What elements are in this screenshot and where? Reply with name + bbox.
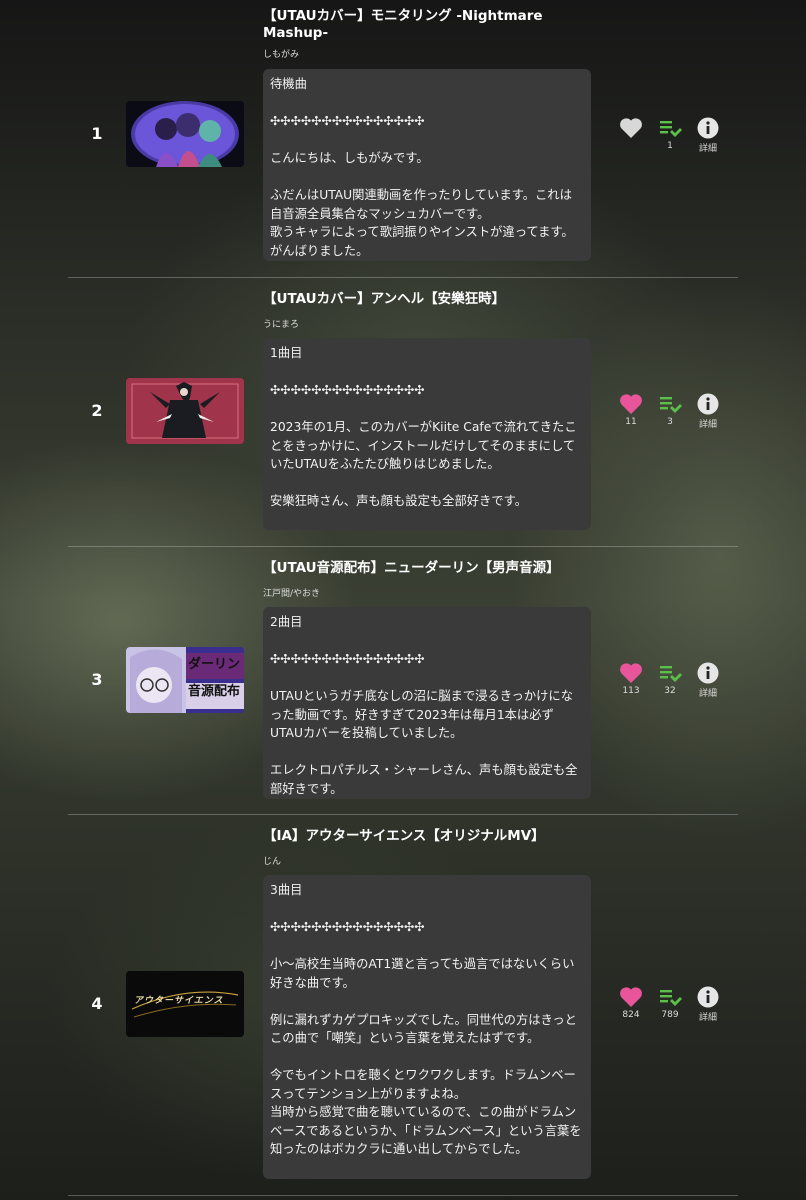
like-button[interactable]: 11 [616,393,646,427]
info-icon [697,117,719,139]
playlist-count: 789 [661,1010,679,1020]
dark-figure-thumbnail [126,378,244,444]
track-title[interactable]: 【UTAUカバー】モニタリング -Nightmare Mashup- [263,8,593,42]
like-button[interactable] [616,117,646,139]
playlist-button[interactable]: 789 [655,988,685,1020]
playlist-add-check-icon [660,397,682,413]
info-button[interactable]: 詳細 [693,393,723,430]
like-count: 824 [622,1010,640,1020]
artist-name[interactable]: 江戸間/やおき [263,586,320,599]
track-row: 【IA】アウターサイエンス【オリジナルMV】 じん 4 アウターサイエンス 3曲… [0,815,806,1195]
like-count: 113 [622,686,640,696]
heart-icon [620,663,642,683]
rank-number: 3 [91,670,103,689]
playlist-count: 1 [667,141,673,151]
info-button[interactable]: 詳細 [693,117,723,154]
track-title[interactable]: 【UTAU音源配布】ニューダーリン【男声音源】 [263,560,593,577]
rank-number: 4 [91,994,103,1013]
comment-box: 待機曲 ✣✣✣✣✣✣✣✣✣✣✣✣✣✣✣ こんにちは、しもがみです。 ふだんはUT… [263,69,591,261]
info-label: 詳細 [698,144,717,154]
heart-icon [620,394,642,414]
row-divider [68,1195,738,1196]
track-title[interactable]: 【IA】アウターサイエンス【オリジナルMV】 [263,828,593,845]
playlist-add-check-icon [660,990,682,1006]
like-count: 11 [625,417,637,427]
info-button[interactable]: 詳細 [693,986,723,1023]
anime-characters-thumbnail [126,101,244,167]
track-title[interactable]: 【UTAUカバー】アンヘル【安樂狂時】 [263,291,593,308]
info-icon [697,662,719,684]
artist-name[interactable]: じん [263,854,281,867]
artist-name[interactable]: うにまろ [263,317,299,330]
heart-icon [620,987,642,1007]
rank-number: 2 [91,401,103,420]
like-button[interactable]: 824 [616,986,646,1020]
artist-name[interactable]: しもがみ [263,47,299,60]
info-button[interactable]: 詳細 [693,662,723,699]
track-row: 【UTAUカバー】モニタリング -Nightmare Mashup- しもがみ … [0,0,806,277]
info-label: 詳細 [698,689,717,699]
video-thumbnail[interactable] [126,101,244,167]
playlist-button[interactable]: 32 [655,664,685,696]
video-thumbnail[interactable]: ダーリン 音源配布 [126,647,244,713]
thumbnail-logo-text: アウターサイエンス [134,996,224,1006]
video-thumbnail[interactable]: アウターサイエンス [126,971,244,1037]
track-row: 【UTAU音源配布】ニューダーリン【男声音源】 江戸間/やおき 3 ダーリン 音… [0,547,806,815]
playlist-add-check-icon [660,666,682,682]
info-label: 詳細 [698,1013,717,1023]
info-label: 詳細 [698,420,717,430]
comment-box: 1曲目 ✣✣✣✣✣✣✣✣✣✣✣✣✣✣✣ 2023年の1月、このカバーがKiite… [263,338,591,530]
playlist-count: 32 [664,686,676,696]
rank-number: 1 [91,124,103,143]
comment-box: 2曲目 ✣✣✣✣✣✣✣✣✣✣✣✣✣✣✣ UTAUというガチ底なしの沼に脳まで浸る… [263,607,591,799]
info-icon [697,986,719,1008]
playlist-add-check-icon [660,121,682,137]
like-button[interactable]: 113 [616,662,646,696]
video-thumbnail[interactable] [126,378,244,444]
info-icon [697,393,719,415]
playlist-button[interactable]: 3 [655,395,685,427]
playlist-button[interactable]: 1 [655,119,685,151]
thumbnail-caption: ダーリン 音源配布 [187,657,240,699]
playlist-count: 3 [667,417,673,427]
track-row: 【UTAUカバー】アンヘル【安樂狂時】 うにまろ 2 1曲目 ✣✣✣✣✣✣✣✣✣… [0,278,806,546]
heart-icon [620,118,642,138]
comment-box: 3曲目 ✣✣✣✣✣✣✣✣✣✣✣✣✣✣✣ 小〜高校生当時のAT1選と言っても過言で… [263,875,591,1179]
